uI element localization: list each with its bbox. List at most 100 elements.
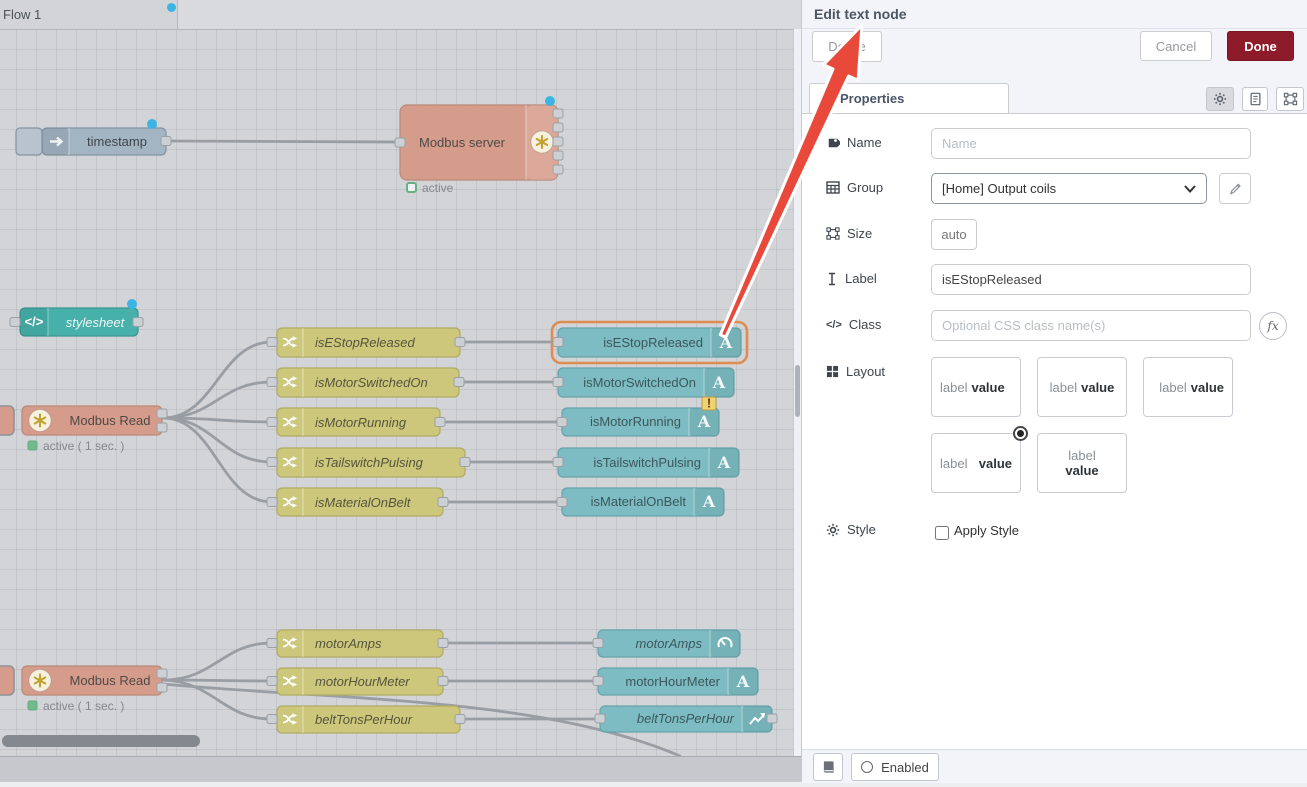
horizontal-scrollbar[interactable]: [2, 735, 200, 747]
text-A-icon: A: [719, 333, 733, 352]
flow-canvas[interactable]: timestamp Modbus server: [0, 0, 793, 756]
node-partial[interactable]: [0, 666, 14, 695]
port[interactable]: [455, 338, 465, 347]
node-switch-isMaterialOnBelt[interactable]: isMaterialOnBelt: [267, 488, 448, 516]
port[interactable]: [267, 639, 277, 648]
port[interactable]: [157, 409, 167, 418]
layout-option-row-right[interactable]: labelvalue: [1143, 357, 1233, 417]
node-text-isMaterialOnBelt[interactable]: A isMaterialOnBelt: [557, 488, 724, 516]
port[interactable]: [553, 109, 563, 118]
port[interactable]: [267, 677, 277, 686]
wire[interactable]: [166, 141, 397, 142]
port[interactable]: [767, 714, 777, 723]
node-modbus-server[interactable]: Modbus server active: [395, 96, 563, 195]
node-label: isMaterialOnBelt: [591, 494, 687, 509]
delete-button[interactable]: Delete: [812, 31, 882, 62]
workspace-tab-flow1[interactable]: Flow 1: [0, 0, 178, 29]
vertical-scrollbar-thumb[interactable]: [795, 365, 800, 417]
label-input[interactable]: [931, 264, 1251, 295]
port[interactable]: [593, 677, 603, 686]
tab-properties-label: Properties: [840, 91, 904, 106]
port[interactable]: [593, 639, 603, 648]
port[interactable]: [438, 677, 448, 686]
port[interactable]: [557, 498, 567, 507]
wire[interactable]: [163, 643, 272, 680]
tab-properties[interactable]: Properties: [809, 83, 1009, 113]
node-partial[interactable]: [0, 406, 14, 435]
port[interactable]: [595, 714, 605, 723]
layout-option-row-spread-selected[interactable]: labelvalue: [931, 433, 1021, 493]
port[interactable]: [553, 338, 563, 347]
node-text-isEStopReleased[interactable]: A isEStopReleased: [552, 322, 747, 363]
class-fx-button[interactable]: fx: [1259, 312, 1287, 340]
port[interactable]: [267, 715, 277, 724]
inject-button[interactable]: [16, 128, 42, 155]
port[interactable]: [267, 458, 277, 467]
port[interactable]: [438, 639, 448, 648]
port[interactable]: [553, 151, 563, 160]
node-text-isMotorSwitchedOn[interactable]: A isMotorSwitchedOn: [553, 368, 734, 397]
layout-selected-radio[interactable]: [1013, 426, 1028, 441]
done-button[interactable]: Done: [1227, 31, 1294, 61]
name-input[interactable]: [931, 128, 1251, 159]
edit-group-button[interactable]: [1219, 173, 1251, 204]
node-gauge-motorAmps[interactable]: motorAmps: [593, 630, 740, 657]
group-select[interactable]: [Home] Output coils: [931, 173, 1207, 204]
port[interactable]: [133, 318, 143, 327]
port[interactable]: [455, 715, 465, 724]
port[interactable]: [438, 498, 448, 507]
port[interactable]: [460, 458, 470, 467]
port[interactable]: [267, 338, 277, 347]
port[interactable]: [454, 378, 464, 387]
node-description-button[interactable]: [1242, 87, 1268, 111]
wire[interactable]: [163, 382, 272, 418]
wire[interactable]: [163, 342, 272, 418]
node-switch-isMotorRunning[interactable]: isMotorRunning: [267, 408, 445, 436]
port[interactable]: [10, 318, 20, 327]
port[interactable]: [553, 458, 563, 467]
port[interactable]: [157, 669, 167, 678]
apply-style-checkbox[interactable]: [935, 526, 949, 540]
enabled-toggle-button[interactable]: Enabled: [851, 753, 939, 781]
port[interactable]: [157, 683, 167, 692]
node-text-isMotorRunning[interactable]: A isMotorRunning !: [557, 396, 719, 437]
port[interactable]: [267, 498, 277, 507]
class-input[interactable]: [931, 310, 1251, 341]
edit-properties-button[interactable]: [1206, 87, 1234, 111]
wire[interactable]: [163, 418, 272, 462]
node-text-isTailswitchPulsing[interactable]: A isTailswitchPulsing: [553, 448, 739, 477]
node-switch-isTailswitchPulsing[interactable]: isTailswitchPulsing: [267, 448, 470, 477]
size-button[interactable]: auto: [931, 219, 977, 250]
layout-option-row-center[interactable]: labelvalue: [1037, 357, 1127, 417]
node-stylesheet[interactable]: </> stylesheet: [10, 299, 143, 336]
changed-dot: [127, 299, 137, 309]
layout-option-row-left[interactable]: labelvalue: [931, 357, 1021, 417]
workspace-tab-label: Flow 1: [3, 7, 41, 22]
node-text-motorHourMeter[interactable]: A motorHourMeter: [593, 668, 758, 695]
port[interactable]: [161, 137, 171, 146]
port[interactable]: [557, 418, 567, 427]
appearance-button[interactable]: [1276, 87, 1304, 111]
node-modbus-read-2[interactable]: Modbus Read active ( 1 sec. ): [0, 666, 167, 713]
port[interactable]: [395, 138, 405, 147]
node-inject-timestamp[interactable]: timestamp: [16, 119, 171, 155]
port[interactable]: [435, 418, 445, 427]
node-switch-motorAmps[interactable]: motorAmps: [267, 630, 448, 657]
node-switch-motorHourMeter[interactable]: motorHourMeter: [267, 668, 448, 695]
port[interactable]: [553, 137, 563, 146]
port[interactable]: [157, 423, 167, 432]
port[interactable]: [267, 418, 277, 427]
port[interactable]: [553, 165, 563, 174]
node-label: motorAmps: [315, 636, 382, 651]
node-switch-isEStopReleased[interactable]: isEStopReleased: [267, 328, 465, 357]
cancel-button[interactable]: Cancel: [1140, 31, 1212, 61]
port[interactable]: [553, 123, 563, 132]
node-modbus-read-1[interactable]: Modbus Read active ( 1 sec. ): [0, 406, 167, 453]
port[interactable]: [553, 378, 563, 387]
port[interactable]: [267, 378, 277, 387]
node-help-button[interactable]: [813, 753, 843, 781]
node-switch-beltTonsPerHour[interactable]: beltTonsPerHour: [267, 706, 465, 733]
node-chart-beltTonsPerHour[interactable]: beltTonsPerHour: [595, 706, 777, 732]
node-switch-isMotorSwitchedOn[interactable]: isMotorSwitchedOn: [267, 368, 464, 397]
layout-option-column-center[interactable]: labelvalue: [1037, 433, 1127, 493]
